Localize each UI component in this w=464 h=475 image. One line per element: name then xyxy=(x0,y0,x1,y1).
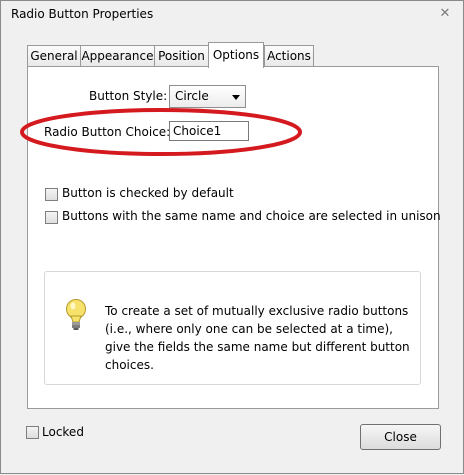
tab-actions-label: Actions xyxy=(267,49,311,63)
tab-position-label: Position xyxy=(158,49,205,63)
title-bar: Radio Button Properties ✕ xyxy=(1,1,463,27)
button-style-select[interactable]: Circle xyxy=(169,85,246,108)
tab-position[interactable]: Position xyxy=(154,45,209,67)
radio-choice-label: Radio Button Choice: xyxy=(44,125,171,139)
radio-choice-input[interactable] xyxy=(169,121,249,141)
info-box: To create a set of mutually exclusive ra… xyxy=(44,271,421,385)
window-title: Radio Button Properties xyxy=(11,7,154,21)
tab-actions[interactable]: Actions xyxy=(264,45,314,67)
locked-checkbox[interactable] xyxy=(26,426,39,439)
close-button-label: Close xyxy=(384,430,417,444)
tab-options[interactable]: Options xyxy=(208,42,264,68)
tab-general[interactable]: General xyxy=(27,45,81,67)
tab-appearance-label: Appearance xyxy=(81,49,154,63)
checked-default-checkbox[interactable] xyxy=(45,188,58,201)
button-style-label: Button Style: xyxy=(89,89,168,103)
lightbulb-icon xyxy=(66,299,86,330)
tab-appearance[interactable]: Appearance xyxy=(80,45,155,67)
button-style-value: Circle xyxy=(175,89,209,103)
tab-options-label: Options xyxy=(212,48,260,62)
info-text: To create a set of mutually exclusive ra… xyxy=(105,304,410,372)
locked-label: Locked xyxy=(42,425,84,439)
unison-label: Buttons with the same name and choice ar… xyxy=(62,209,441,223)
close-button[interactable]: Close xyxy=(360,424,441,450)
unison-checkbox[interactable] xyxy=(45,211,58,224)
checked-default-label: Button is checked by default xyxy=(62,186,234,200)
close-icon[interactable]: ✕ xyxy=(437,7,453,21)
chevron-down-icon xyxy=(232,95,240,100)
tab-general-label: General xyxy=(30,49,78,63)
dialog-window: Radio Button Properties ✕ General Appear… xyxy=(0,0,464,474)
